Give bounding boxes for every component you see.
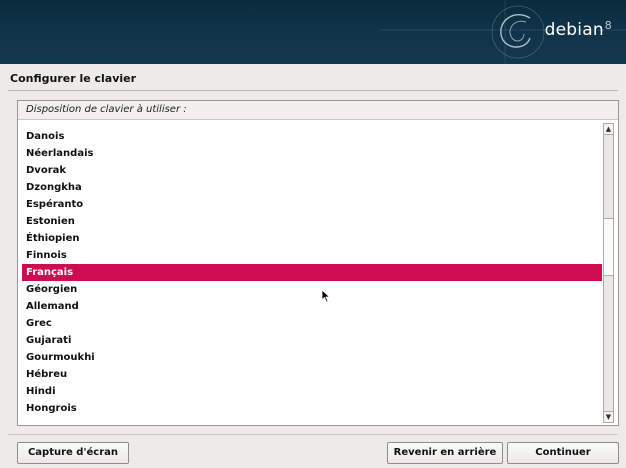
screenshot-button[interactable]: Capture d'écran	[17, 442, 129, 464]
list-item[interactable]: Danois	[22, 128, 602, 145]
list-item[interactable]: Gujarati	[22, 332, 602, 349]
brand-name: debian	[544, 20, 604, 40]
list-scrollbar[interactable]: ▲ ▼	[603, 123, 614, 423]
go-back-button[interactable]: Revenir en arrière	[387, 442, 503, 464]
debian-swirl-icon	[380, 0, 626, 64]
list-item[interactable]: Hongrois	[22, 400, 602, 417]
page-title: Configurer le clavier	[10, 72, 137, 85]
brand-version: 8	[604, 19, 612, 32]
list-item[interactable]: Hindi	[22, 383, 602, 400]
title-divider	[8, 90, 618, 91]
list-item[interactable]: Éthiopien	[22, 230, 602, 247]
debian-banner: debian8	[0, 0, 626, 64]
list-item[interactable]: Estonien	[22, 213, 602, 230]
list-item[interactable]: Espéranto	[22, 196, 602, 213]
mouse-pointer-icon	[321, 289, 331, 303]
chevron-up-icon[interactable]: ▲	[604, 124, 613, 135]
keyboard-layout-label: Disposition de clavier à utiliser :	[18, 101, 618, 120]
keyboard-layout-frame: Disposition de clavier à utiliser : Dano…	[17, 100, 619, 426]
bottom-divider	[8, 434, 618, 435]
list-item[interactable]: Géorgien	[22, 281, 602, 298]
chevron-down-icon[interactable]: ▼	[604, 411, 613, 422]
list-item[interactable]: Grec	[22, 315, 602, 332]
scrollbar-thumb[interactable]	[604, 218, 613, 277]
keyboard-layout-list[interactable]: Danois Néerlandais Dvorak Dzongkha Espér…	[22, 123, 602, 423]
debian-logo-text: debian8	[545, 19, 612, 40]
continue-button[interactable]: Continuer	[507, 442, 619, 464]
list-item-selected[interactable]: Français	[22, 264, 602, 281]
list-item[interactable]: Hébreu	[22, 366, 602, 383]
list-item[interactable]: Dvorak	[22, 162, 602, 179]
list-item[interactable]: Néerlandais	[22, 145, 602, 162]
list-item[interactable]: Gourmoukhi	[22, 349, 602, 366]
list-item[interactable]: Dzongkha	[22, 179, 602, 196]
list-item[interactable]: Finnois	[22, 247, 602, 264]
list-item[interactable]: Allemand	[22, 298, 602, 315]
